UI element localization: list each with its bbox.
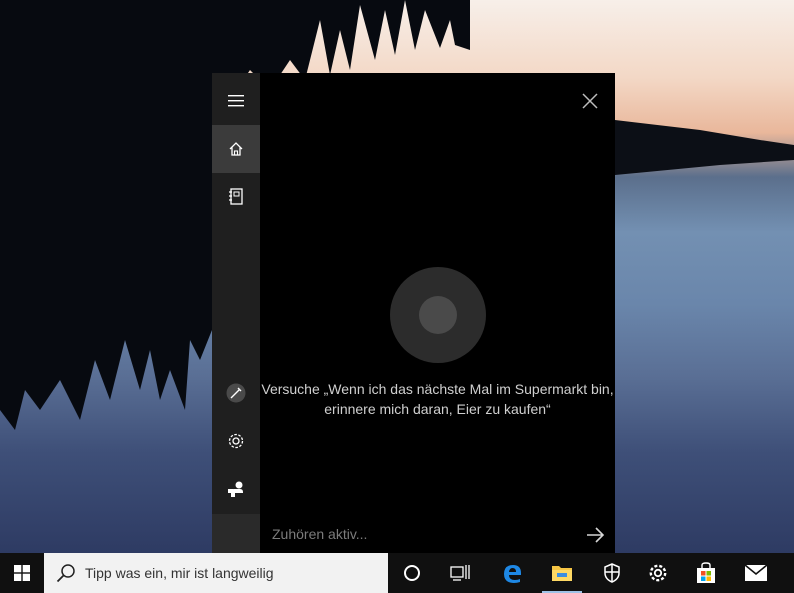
sidebar-item-pen[interactable]: [212, 369, 260, 417]
close-button[interactable]: [578, 89, 602, 113]
home-icon: [229, 142, 243, 156]
file-explorer-button[interactable]: [538, 553, 586, 593]
search-icon: [56, 564, 75, 583]
listening-status: Zuhören aktiv...: [272, 526, 368, 542]
file-explorer-icon: [552, 566, 572, 581]
sidebar-item-home[interactable]: [212, 125, 260, 173]
defender-button[interactable]: [588, 553, 636, 593]
sidebar-item-settings[interactable]: [212, 417, 260, 465]
mail-icon: [744, 564, 768, 581]
gear-icon: [228, 433, 244, 449]
notebook-icon: [229, 188, 243, 205]
mail-button[interactable]: [732, 553, 780, 593]
store-icon: [697, 562, 715, 583]
cortana-hint-text: Versuche „Wenn ich das nächste Mal im Su…: [260, 379, 615, 419]
store-button[interactable]: [682, 553, 730, 593]
cortana-orb-core: [419, 296, 457, 334]
pen-icon: [226, 383, 246, 403]
search-placeholder: Tipp was ein, mir ist langweilig: [85, 565, 274, 581]
cortana-input-bar[interactable]: Zuhören aktiv...: [260, 517, 615, 553]
edge-icon: [504, 565, 521, 583]
sidebar-item-notebook[interactable]: [212, 173, 260, 221]
task-view-button[interactable]: [436, 553, 484, 593]
cortana-sidebar: [212, 73, 260, 553]
defender-shield-icon: [604, 563, 620, 583]
close-icon: [582, 93, 598, 109]
cortana-listening-orb[interactable]: [390, 267, 486, 363]
sidebar-item-feedback[interactable]: [212, 465, 260, 513]
hamburger-menu-button[interactable]: [212, 77, 260, 125]
settings-taskbar-button[interactable]: [634, 553, 682, 593]
feedback-icon: [228, 481, 243, 497]
hamburger-icon: [228, 95, 244, 107]
edge-button[interactable]: [488, 553, 536, 593]
gear-icon: [649, 564, 667, 582]
hint-line-1: Versuche „Wenn ich das nächste Mal im Su…: [261, 381, 614, 397]
cortana-taskbar-button[interactable]: [388, 553, 436, 593]
taskbar: Tipp was ein, mir ist langweilig: [0, 553, 794, 593]
start-button[interactable]: [0, 553, 44, 593]
task-view-icon: [450, 565, 470, 581]
windows-logo-icon: [14, 565, 30, 581]
arrow-right-icon[interactable]: [584, 524, 606, 546]
hint-line-2: erinnere mich daran, Eier zu kaufen“: [324, 401, 551, 417]
sidebar-bottom-area: [212, 514, 260, 553]
cortana-panel: Versuche „Wenn ich das nächste Mal im Su…: [212, 73, 615, 553]
taskbar-search-box[interactable]: Tipp was ein, mir ist langweilig: [44, 553, 388, 593]
cortana-circle-icon: [404, 565, 420, 581]
